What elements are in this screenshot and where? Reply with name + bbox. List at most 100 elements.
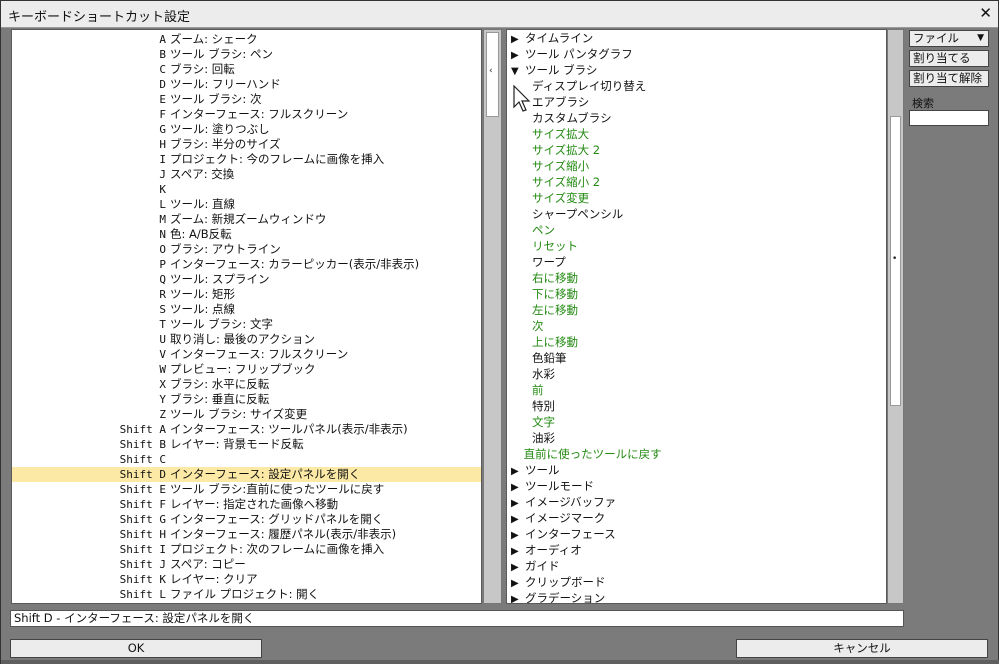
shortcut-row[interactable]: Z ツール ブラシ: サイズ変更 xyxy=(12,407,481,422)
tree-item[interactable]: 水彩 xyxy=(532,366,555,382)
shortcut-row[interactable]: Shift D インターフェース: 設定パネルを開く xyxy=(12,467,481,482)
tree-item[interactable]: ディスプレイ切り替え xyxy=(532,78,646,94)
shortcut-row[interactable]: W プレビュー: フリップブック xyxy=(12,362,481,377)
tree-item[interactable]: カスタムブラシ xyxy=(532,110,612,126)
tree-item[interactable]: ▶ グラデーション xyxy=(511,590,605,603)
tree-item[interactable]: リセット xyxy=(532,238,578,254)
shortcut-key-list[interactable]: A ズーム: シェーク B ツール ブラシ: ペン C ブラシ: 回転 D ツール: フリーハ… xyxy=(11,29,482,604)
shortcut-row[interactable]: H ブラシ: 半分のサイズ xyxy=(12,137,481,152)
action-tree[interactable]: ▶ タイムライン ▶ ツール パンタグラフ ▼ ツール ブラシ ディスプレイ切り替え エアブラ… xyxy=(506,29,887,604)
shortcut-row[interactable]: Shift E ツール ブラシ:直前に使ったツールに戻す xyxy=(12,482,481,497)
tree-item[interactable]: ▶ ツールモード xyxy=(511,478,594,494)
shortcut-row[interactable]: Shift B レイヤー: 背景モード反転 xyxy=(12,437,481,452)
shortcut-row[interactable]: Shift I プロジェクト: 次のフレームに画像を挿入 xyxy=(12,542,481,557)
tree-item[interactable]: 前 xyxy=(532,382,544,398)
shortcut-row[interactable]: U 取り消し: 最後のアクション xyxy=(12,332,481,347)
shortcut-row[interactable]: Q ツール: スプライン xyxy=(12,272,481,287)
shortcut-row[interactable]: M ズーム: 新規ズームウィンドウ xyxy=(12,212,481,227)
tree-item[interactable]: ▶ タイムライン xyxy=(511,30,593,46)
unassign-button[interactable]: 割り当て解除 xyxy=(909,70,989,87)
tree-item[interactable]: サイズ拡大 xyxy=(532,126,589,142)
cancel-button[interactable]: キャンセル xyxy=(736,639,988,658)
tree-item[interactable]: エアブラシ xyxy=(532,94,589,110)
tree-item-label: 水彩 xyxy=(532,367,555,381)
shortcut-row[interactable]: R ツール: 矩形 xyxy=(12,287,481,302)
shortcut-row[interactable]: Shift L ファイル プロジェクト: 開く xyxy=(12,587,481,602)
shortcut-row[interactable]: Shift K レイヤー: クリア xyxy=(12,572,481,587)
shortcut-key: F xyxy=(159,108,166,121)
close-icon[interactable]: ✕ xyxy=(979,4,992,22)
search-label: 検索 xyxy=(912,97,934,110)
shortcut-row[interactable]: S ツール: 点線 xyxy=(12,302,481,317)
tree-item[interactable]: ▶ イメージマーク xyxy=(511,510,605,526)
shortcut-row[interactable]: D ツール: フリーハンド xyxy=(12,77,481,92)
key-list-scrollbar[interactable]: ‹ xyxy=(483,29,502,604)
tree-item[interactable]: サイズ拡大 2 xyxy=(532,142,600,158)
file-menu-button[interactable]: ファイル ▼ xyxy=(909,30,989,47)
tree-item[interactable]: サイズ縮小 2 xyxy=(532,174,600,190)
tree-item[interactable]: ワープ xyxy=(532,254,566,270)
shortcut-action: ブラシ: 回転 xyxy=(170,62,235,76)
shortcut-row[interactable]: I プロジェクト: 今のフレームに画像を挿入 xyxy=(12,152,481,167)
ok-button[interactable]: OK xyxy=(10,639,262,658)
shortcut-row[interactable]: G ツール: 塗りつぶし xyxy=(12,122,481,137)
tree-item[interactable]: 次 xyxy=(532,318,544,334)
tree-item[interactable]: 文字 xyxy=(532,414,555,430)
tree-item[interactable]: ペン xyxy=(532,222,555,238)
tree-item-label: サイズ変更 xyxy=(532,191,590,205)
shortcut-row[interactable]: V インターフェース: フルスクリーン xyxy=(12,347,481,362)
shortcut-row[interactable]: T ツール ブラシ: 文字 xyxy=(12,317,481,332)
assign-button[interactable]: 割り当てる xyxy=(909,50,989,67)
tree-item[interactable]: ▶ クリップボード xyxy=(511,574,606,590)
tree-item[interactable]: サイズ縮小 xyxy=(532,158,589,174)
tree-item[interactable]: シャープペンシル xyxy=(532,206,623,222)
tree-item-label: ペン xyxy=(532,223,555,237)
shortcut-row[interactable]: N 色: A/B反転 xyxy=(12,227,481,242)
shortcut-action: ツール ブラシ: 文字 xyxy=(170,317,273,331)
shortcut-row[interactable]: K xyxy=(12,182,481,197)
tree-item-label: 次 xyxy=(532,319,544,333)
shortcut-action: ズーム: シェーク xyxy=(170,32,258,46)
tree-item[interactable]: 色鉛筆 xyxy=(532,350,567,366)
tree-item[interactable]: 下に移動 xyxy=(532,286,578,302)
tree-item[interactable]: 上に移動 xyxy=(532,334,578,350)
collapsed-arrow-icon[interactable]: ▶ xyxy=(511,592,525,603)
tree-item[interactable]: ▼ ツール ブラシ xyxy=(511,62,597,78)
shortcut-row[interactable]: Shift C xyxy=(12,452,481,467)
shortcut-row[interactable]: Shift J スペア: コピー xyxy=(12,557,481,572)
tree-item[interactable]: ▶ オーディオ xyxy=(511,542,582,558)
shortcut-row[interactable]: Shift F レイヤー: 指定された画像へ移動 xyxy=(12,497,481,512)
shortcut-row[interactable]: Shift A インターフェース: ツールパネル(表示/非表示) xyxy=(12,422,481,437)
tree-item[interactable]: ▶ ツール パンタグラフ xyxy=(511,46,633,62)
expanded-arrow-icon[interactable]: ▼ xyxy=(511,64,525,80)
shortcut-row[interactable]: O ブラシ: アウトライン xyxy=(12,242,481,257)
shortcut-action: レイヤー: クリア xyxy=(170,572,258,586)
tree-item[interactable]: 直前に使ったツールに戻す xyxy=(524,446,662,462)
scroll-grip-icon: • xyxy=(892,254,898,264)
tree-item[interactable]: 特別 xyxy=(532,398,555,414)
tree-item[interactable]: 右に移動 xyxy=(532,270,578,286)
shortcut-key: Shift K xyxy=(119,573,166,586)
shortcut-row[interactable]: A ズーム: シェーク xyxy=(12,32,481,47)
shortcut-row[interactable]: X ブラシ: 水平に反転 xyxy=(12,377,481,392)
shortcut-row[interactable]: Shift G インターフェース: グリッドパネルを開く xyxy=(12,512,481,527)
shortcut-row[interactable]: E ツール ブラシ: 次 xyxy=(12,92,481,107)
tree-item[interactable]: ▶ イメージバッファ xyxy=(511,494,616,510)
tree-item[interactable]: 油彩 xyxy=(532,430,555,446)
shortcut-row[interactable]: F インターフェース: フルスクリーン xyxy=(12,107,481,122)
search-input[interactable] xyxy=(909,110,989,126)
tree-item[interactable]: ▶ インターフェース xyxy=(511,526,616,542)
shortcut-row[interactable]: C ブラシ: 回転 xyxy=(12,62,481,77)
tree-item[interactable]: ▶ ガイド xyxy=(511,558,560,574)
tree-item[interactable]: ▶ ツール xyxy=(511,462,560,478)
shortcut-row[interactable]: J スペア: 交換 xyxy=(12,167,481,182)
shortcut-row[interactable]: L ツール: 直線 xyxy=(12,197,481,212)
tree-item[interactable]: サイズ変更 xyxy=(532,190,589,206)
shortcut-key: L xyxy=(159,198,166,211)
tree-item[interactable]: 左に移動 xyxy=(532,302,578,318)
shortcut-row[interactable]: P インターフェース: カラーピッカー(表示/非表示) xyxy=(12,257,481,272)
shortcut-row[interactable]: B ツール ブラシ: ペン xyxy=(12,47,481,62)
shortcut-row[interactable]: Y ブラシ: 垂直に反転 xyxy=(12,392,481,407)
shortcut-row[interactable]: Shift H インターフェース: 履歴パネル(表示/非表示) xyxy=(12,527,481,542)
action-tree-scrollbar[interactable]: • xyxy=(887,29,904,604)
